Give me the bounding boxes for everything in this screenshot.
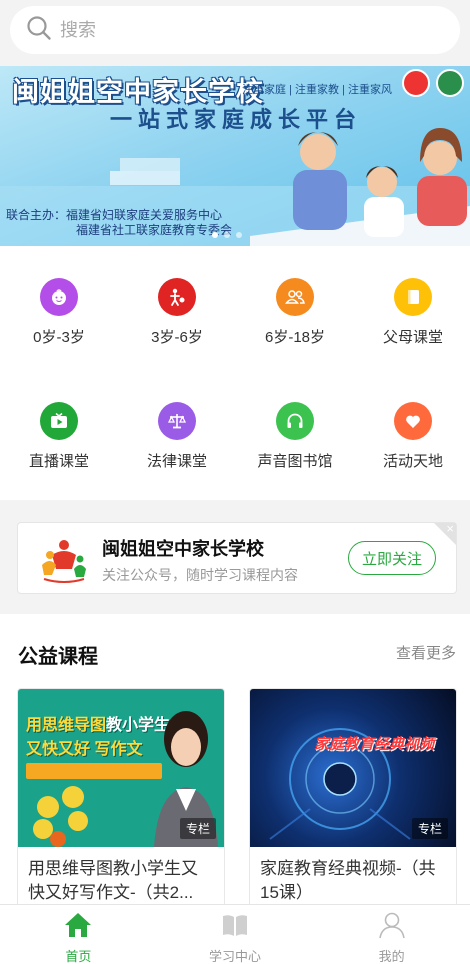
scales-icon [158,402,196,440]
category-label: 父母课堂 [382,329,443,346]
child-play-icon [158,278,196,316]
category-law-class[interactable]: 法律课堂 [118,402,236,471]
section-title: 公益课程 [18,646,98,668]
course-thumbnail: 用思维导图教小学生 又快又好 写作文 专栏 [18,689,224,847]
course-thumbnail: 家庭教育经典视频 专栏 [250,689,456,847]
view-more-link[interactable]: 查看更多 [396,642,456,663]
course-card[interactable]: 用思维导图教小学生 又快又好 写作文 专栏 用思维导图教小学生又快又好写作文-（… [17,688,225,918]
category-activities[interactable]: 活动天地 [354,402,470,471]
search-area [0,0,470,62]
category-label: 0岁-3岁 [33,329,85,346]
category-label: 6岁-18岁 [264,329,326,346]
search-bar[interactable] [10,6,460,54]
follow-button[interactable]: 立即关注 [348,541,436,575]
tab-label: 我的 [378,949,405,964]
course-title: 家庭教育经典视频-（共15课） [260,859,436,902]
category-0-3[interactable]: 0岁-3岁 [0,278,118,347]
bottom-tab-bar: 首页 学习中心 我的 [0,904,470,964]
organizer-line-1: 联合主办：福建省妇联家庭关爱服务中心 [6,208,223,222]
tab-label: 首页 [65,949,92,964]
category-label: 声音图书馆 [257,453,333,470]
carousel-dot[interactable] [236,232,242,238]
thumb-headline: 家庭教育经典视频 [314,736,435,753]
headphones-icon [276,402,314,440]
category-live-class[interactable]: 直播课堂 [0,402,118,471]
baby-face-icon [40,278,78,316]
course-title: 用思维导图教小学生又快又好写作文-（共2... [28,859,198,902]
school-logo [42,540,86,583]
close-icon: × [446,523,454,536]
column-badge: 专栏 [179,818,216,839]
tab-mine[interactable]: 我的 [313,905,470,964]
home-icon [63,911,93,944]
close-card-button[interactable]: × [434,523,456,545]
carousel-dot[interactable] [212,232,218,238]
search-input[interactable] [60,19,420,41]
organizer-line-2: 福建省社工联家庭教育专委会 [76,223,233,237]
follow-title: 闽姐姐空中家长学校 [102,539,264,559]
banner-organizers: 联合主办：福建省妇联家庭关爱服务中心 福建省社工联家庭教育专委会 [6,208,232,238]
open-book-icon [220,911,250,944]
book-icon [394,278,432,316]
category-label: 活动天地 [382,453,443,470]
social-work-logo [436,69,464,97]
carousel-dot[interactable] [224,232,230,238]
category-6-18[interactable]: 6岁-18岁 [236,278,354,347]
category-audio-library[interactable]: 声音图书馆 [236,402,354,471]
column-badge: 专栏 [411,818,448,839]
follow-account-card: 闽姐姐空中家长学校 关注公众号，随时学习课程内容 立即关注 × [17,522,457,594]
womens-federation-logo [402,69,430,97]
banner-carousel[interactable]: 闽姐姐空中家长学校 注重家庭 | 注重家教 | 注重家风 一站式家庭成长平台 联… [0,66,470,246]
category-label: 3岁-6岁 [151,329,203,346]
tab-label: 学习中心 [209,949,262,964]
category-3-6[interactable]: 3岁-6岁 [118,278,236,347]
user-icon [377,911,407,944]
carousel-indicators [212,232,242,238]
search-icon [26,15,52,46]
course-card[interactable]: 家庭教育经典视频 专栏 家庭教育经典视频-（共15课） [249,688,457,918]
category-label: 法律课堂 [146,453,207,470]
follow-subtitle: 关注公众号，随时学习课程内容 [102,567,298,583]
tab-home[interactable]: 首页 [0,905,157,964]
tv-play-icon [40,402,78,440]
category-grid: 0岁-3岁 3岁-6岁 6岁-18岁 父母课堂 直播课堂 法律课堂 声音图书馆 … [0,246,470,500]
category-label: 直播课堂 [28,453,89,470]
heart-icon [394,402,432,440]
banner-subtitle: 一站式家庭成长平台 [110,107,363,133]
tab-learning-center[interactable]: 学习中心 [157,905,314,964]
banner-tags: 注重家庭 | 注重家教 | 注重家风 [242,84,392,96]
category-parent-class[interactable]: 父母课堂 [354,278,470,347]
users-icon [276,278,314,316]
